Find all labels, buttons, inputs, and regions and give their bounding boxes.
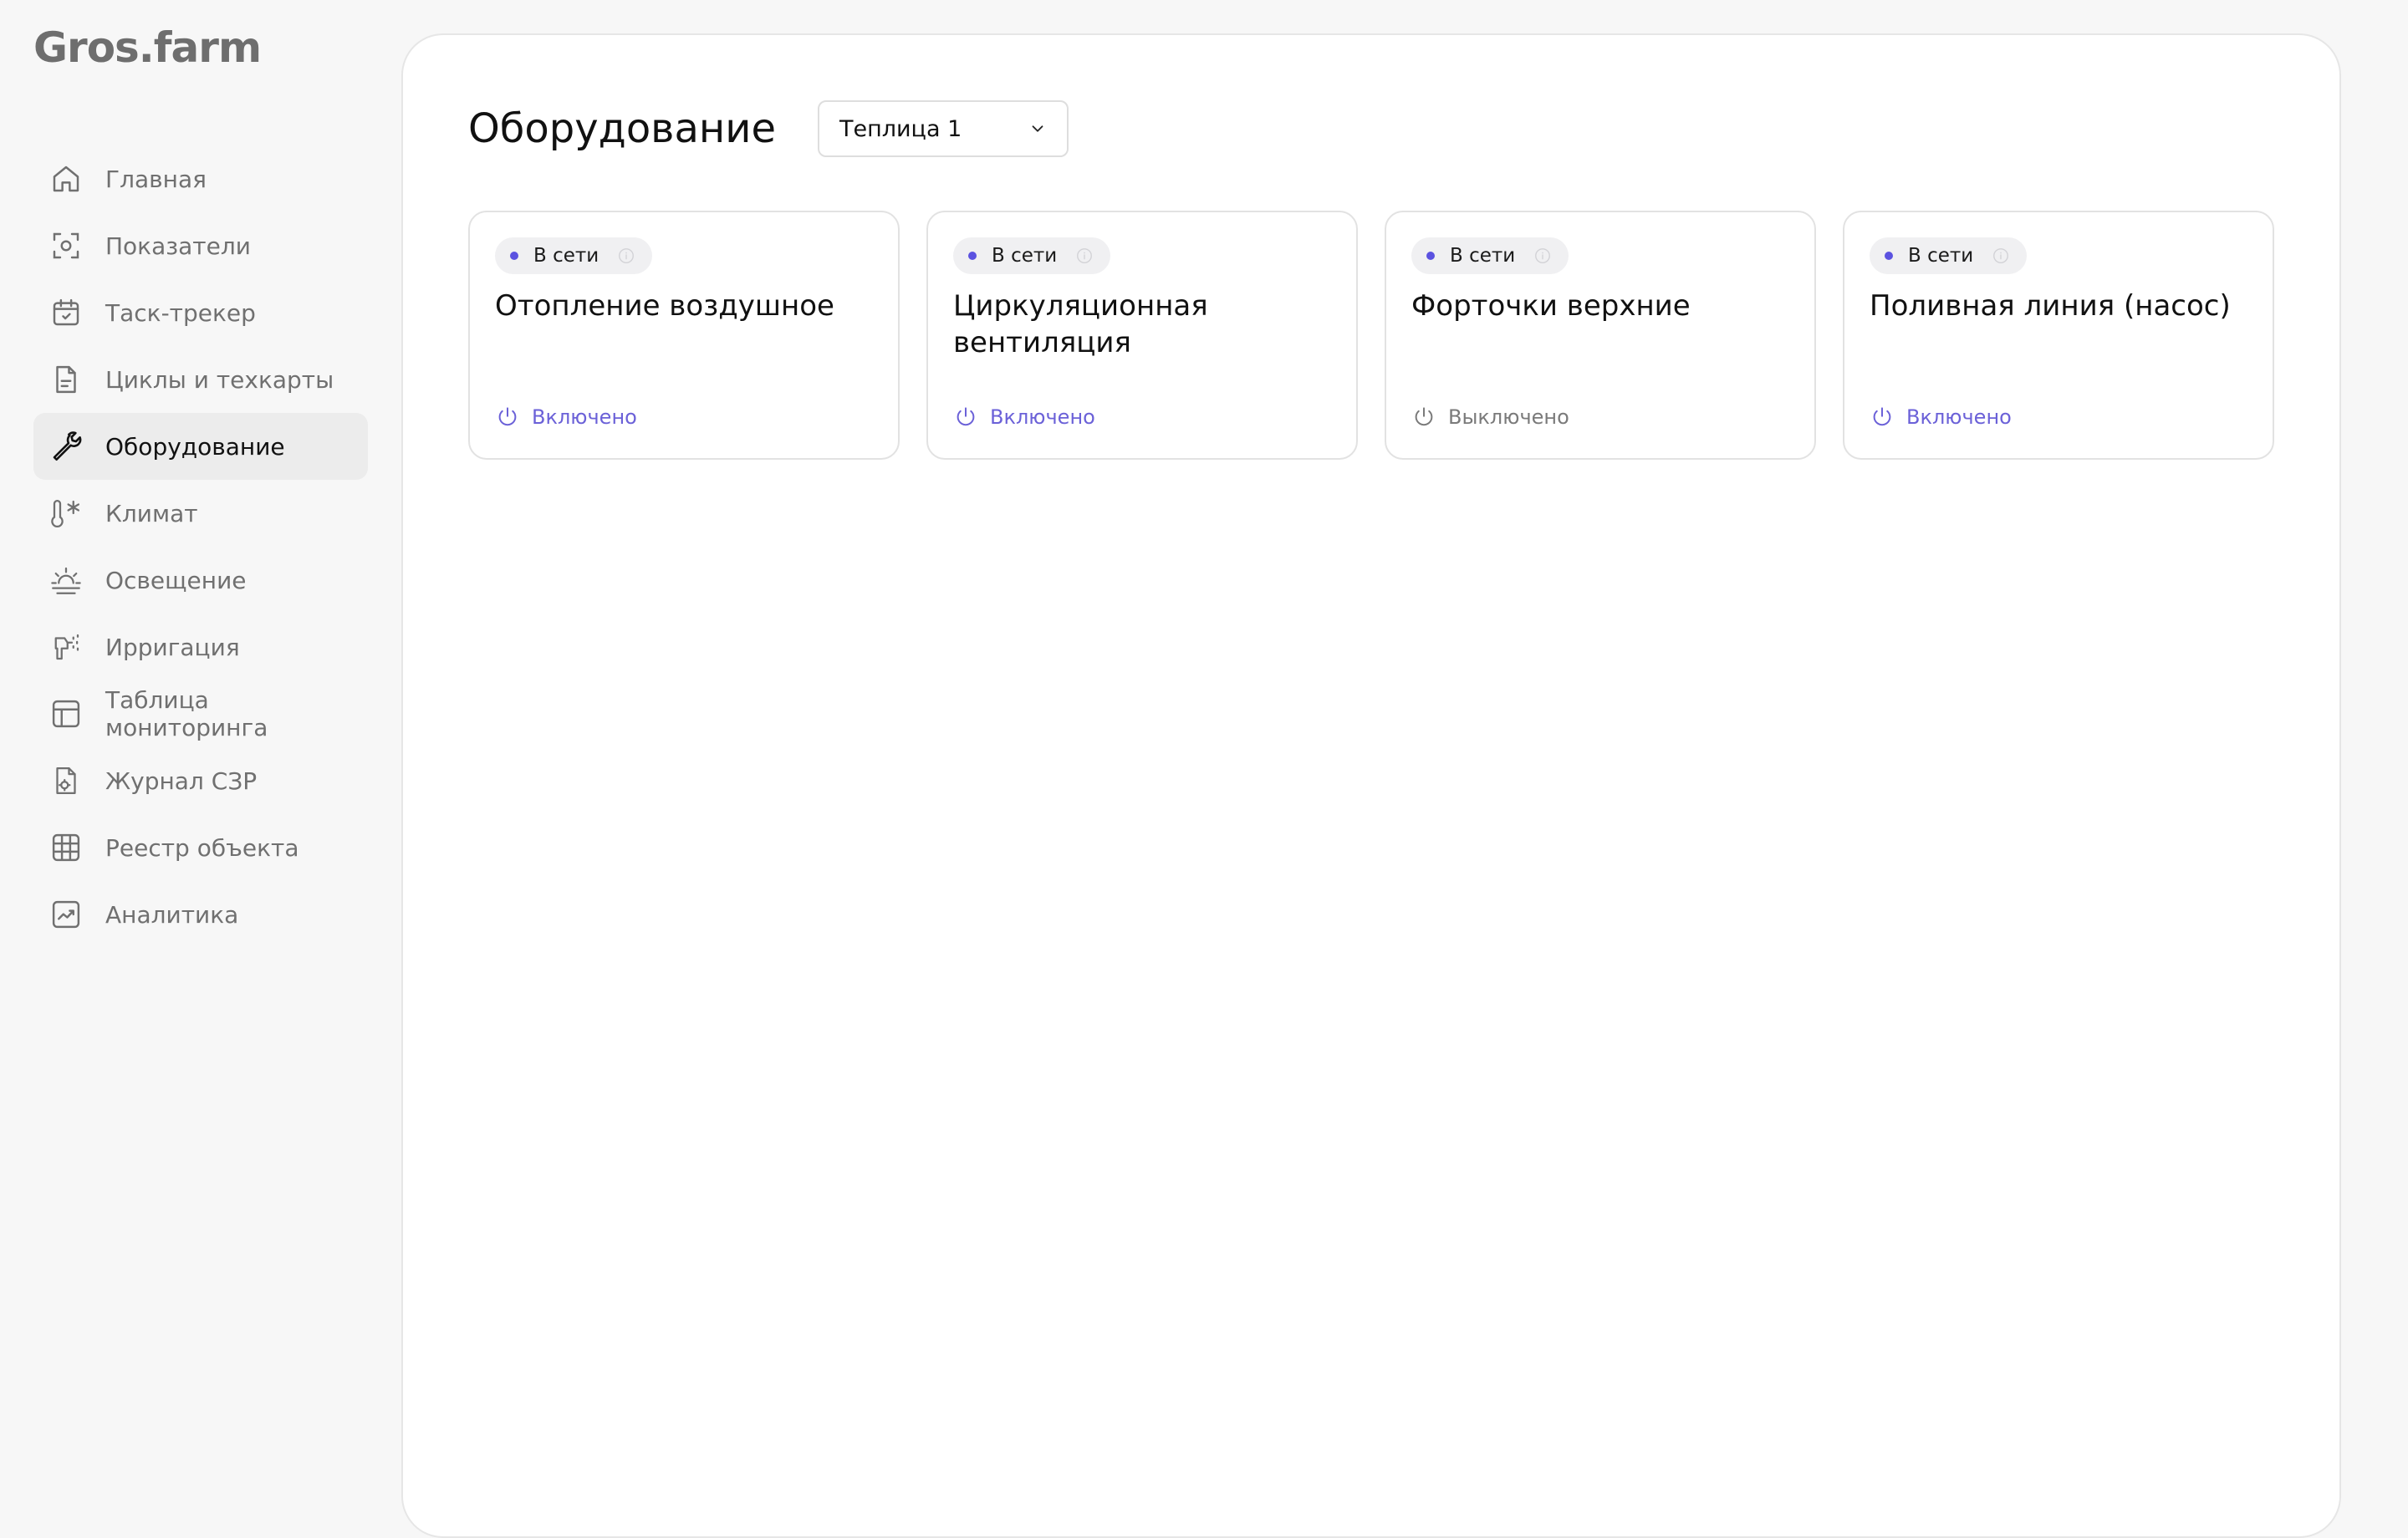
- chevron-down-icon: [1032, 125, 1043, 132]
- thermometer-icon: [48, 496, 84, 531]
- power-toggle[interactable]: Включено: [953, 405, 1095, 430]
- page-title: Оборудование: [468, 105, 776, 152]
- power-toggle[interactable]: Включено: [1870, 405, 2012, 430]
- info-icon[interactable]: [1075, 247, 1094, 265]
- power-icon: [1873, 407, 1891, 426]
- wrench-icon: [48, 429, 84, 464]
- online-badge-label: В сети: [1908, 245, 1974, 267]
- info-icon[interactable]: [617, 247, 635, 265]
- sidebar-item-label: Журнал СЗР: [105, 766, 258, 795]
- grid-icon: [48, 830, 84, 865]
- calendar-icon: [48, 295, 84, 330]
- power-toggle[interactable]: Выключено: [1411, 405, 1569, 430]
- online-badge: В сети: [1870, 237, 2028, 274]
- sidebar-item-label: Таск-трекер: [105, 298, 256, 327]
- logo[interactable]: Gros.farm: [33, 23, 262, 72]
- online-badge: В сети: [495, 237, 653, 274]
- sunrise-icon: [48, 563, 84, 598]
- power-status-label: Включено: [532, 405, 637, 429]
- irrigation-icon: [48, 629, 84, 665]
- indicators-icon: [48, 228, 84, 263]
- sidebar-item-monitoring-table[interactable]: Таблица мониторинга: [33, 680, 368, 747]
- equipment-cards: В сети Отопление воздушное Включено В се…: [468, 211, 2274, 460]
- status-dot: [510, 252, 518, 260]
- equipment-title: Циркуляционная вентиляция: [953, 289, 1208, 359]
- power-icon: [957, 407, 975, 426]
- sidebar-item-indicators[interactable]: Показатели: [33, 212, 368, 279]
- sidebar-item-lighting[interactable]: Освещение: [33, 547, 368, 614]
- equipment-title: Форточки верхние: [1411, 289, 1691, 323]
- sidebar-item-label: Главная: [105, 165, 207, 193]
- sidebar-item-cycles[interactable]: Циклы и техкарты: [33, 346, 368, 413]
- equipment-card-top-vents[interactable]: В сети Форточки верхние Выключено: [1385, 211, 1816, 460]
- online-badge: В сети: [953, 237, 1111, 274]
- online-badge: В сети: [1411, 237, 1569, 274]
- info-icon[interactable]: [1533, 247, 1552, 265]
- sidebar-item-equipment[interactable]: Оборудование: [33, 413, 368, 480]
- equipment-card-irrigation-pump[interactable]: В сети Поливная линия (насос) Включено: [1843, 211, 2274, 460]
- sidebar-item-irrigation[interactable]: Ирригация: [33, 614, 368, 680]
- sidebar-item-label: Реестр объекта: [105, 833, 299, 862]
- online-badge-label: В сети: [533, 245, 599, 267]
- main-panel: Оборудование Теплица 1 В сети Отопление …: [401, 33, 2341, 1538]
- equipment-title: Отопление воздушное: [495, 289, 834, 323]
- sidebar-item-home[interactable]: Главная: [33, 145, 368, 212]
- sidebar-item-label: Освещение: [105, 566, 247, 594]
- sidebar-item-task-tracker[interactable]: Таск-трекер: [33, 279, 368, 346]
- greenhouse-select-value: Теплица 1: [839, 115, 962, 142]
- sidebar-item-label: Климат: [105, 499, 198, 527]
- equipment-title: Поливная линия (насос): [1870, 289, 2231, 323]
- sidebar-item-label: Аналитика: [105, 900, 239, 929]
- sidebar-item-climate[interactable]: Климат: [33, 480, 368, 547]
- status-dot: [968, 252, 977, 260]
- sidebar-item-label: Ирригация: [105, 633, 240, 661]
- power-status-label: Включено: [990, 405, 1095, 429]
- sidebar-item-registry[interactable]: Реестр объекта: [33, 814, 368, 881]
- home-icon: [48, 161, 84, 196]
- sidebar: Gros.farm Главная Показатели Таск-трекер…: [0, 0, 401, 1505]
- status-dot: [1426, 252, 1435, 260]
- power-icon: [1415, 407, 1433, 426]
- power-status-label: Включено: [1906, 405, 2012, 429]
- status-dot: [1885, 252, 1893, 260]
- sidebar-item-analytics[interactable]: Аналитика: [33, 881, 368, 948]
- power-icon: [498, 407, 517, 426]
- sidebar-item-label: Таблица мониторинга: [105, 686, 268, 741]
- power-toggle[interactable]: Включено: [495, 405, 637, 430]
- greenhouse-select[interactable]: Теплица 1: [818, 100, 1069, 157]
- table-icon: [48, 696, 84, 731]
- sidebar-nav: Главная Показатели Таск-трекер Циклы и т…: [33, 145, 368, 948]
- info-icon[interactable]: [1992, 247, 2010, 265]
- online-badge-label: В сети: [1450, 245, 1516, 267]
- sidebar-item-journal[interactable]: Журнал СЗР: [33, 747, 368, 814]
- sidebar-item-label: Оборудование: [105, 432, 285, 461]
- document-icon: [48, 362, 84, 397]
- online-badge-label: В сети: [992, 245, 1058, 267]
- equipment-card-air-heating[interactable]: В сети Отопление воздушное Включено: [468, 211, 900, 460]
- journal-icon: [48, 763, 84, 798]
- page-header: Оборудование Теплица 1: [468, 100, 1069, 157]
- equipment-card-circulation-ventilation[interactable]: В сети Циркуляционная вентиляция Включен…: [926, 211, 1358, 460]
- sidebar-item-label: Циклы и техкарты: [105, 365, 334, 394]
- power-status-label: Выключено: [1448, 405, 1569, 429]
- sidebar-item-label: Показатели: [105, 232, 251, 260]
- chart-icon: [48, 897, 84, 932]
